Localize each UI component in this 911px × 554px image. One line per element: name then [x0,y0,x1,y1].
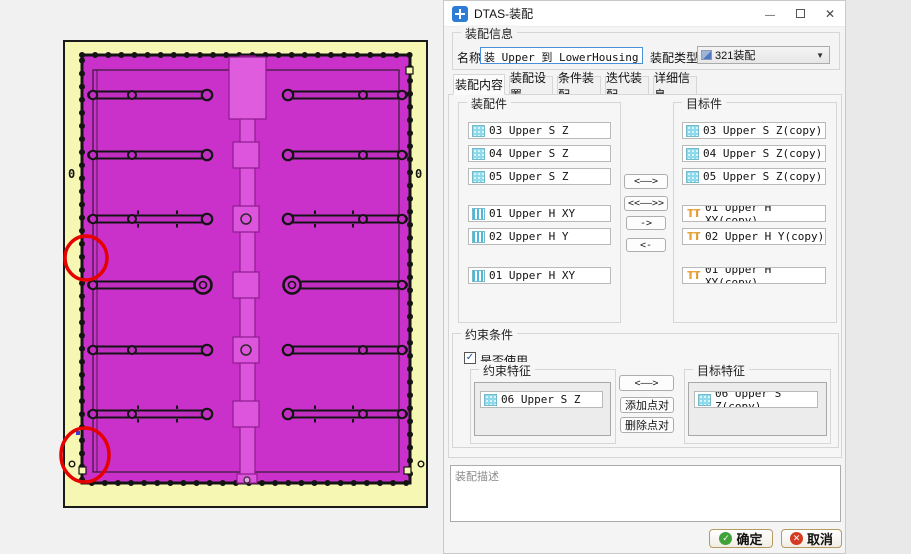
move-right-button[interactable]: -> [626,216,666,230]
tab-condition-assembly[interactable]: 条件装配 [557,71,601,102]
surface-icon [686,124,699,137]
assembly-type-combobox[interactable]: 321装配 ▼ [697,46,830,64]
assembly-type-icon [701,50,712,60]
hole-icon [472,207,485,220]
surface-icon [686,147,699,160]
surface-icon [698,393,711,406]
list-item[interactable]: 03 Upper S Z [468,122,611,139]
surface-icon [472,170,485,183]
window-title: DTAS-装配 [474,7,534,21]
list-item[interactable]: 04 Upper S Z(copy) [682,145,826,162]
cad-datum-square [403,466,412,475]
assembly-parts-group-label: 装配件 [467,95,512,112]
tab-assembly-content[interactable]: 装配内容 [453,74,505,95]
move-left-button[interactable]: <- [626,238,666,252]
cad-left-zero-label: 0 [68,167,75,181]
cancel-x-icon [789,532,803,545]
surface-icon [484,393,497,406]
delete-point-pair-button[interactable]: 删除点对 [620,417,674,433]
list-item[interactable]: 02 Upper H Y [468,228,611,245]
tab-assembly-settings[interactable]: 装配设置 [509,71,553,102]
minimize-icon [765,7,775,21]
list-item[interactable]: 01 Upper H XY [468,267,611,284]
target-feature-group-label: 目标特征 [693,362,750,379]
hole-icon [472,230,485,243]
assembly-type-value: 321装配 [715,50,756,62]
cad-viewport: 0 0 [0,0,443,554]
constraint-conditions-group-label: 约束条件 [461,326,518,343]
assembly-info-group-label: 装配信息 [461,25,518,42]
list-item[interactable]: 02 Upper H Y(copy) [682,228,826,245]
cancel-button[interactable]: 取消 [781,529,842,548]
surface-icon [472,124,485,137]
cad-datum-square [78,466,87,475]
list-item[interactable]: 05 Upper S Z(copy) [682,168,826,185]
cad-datum-square [405,66,414,75]
ok-check-icon [719,532,733,545]
tab-iterative-assembly[interactable]: 迭代装配 [605,71,649,102]
pin-icon [686,231,701,243]
list-item[interactable]: 01 Upper H XY [468,205,611,222]
surface-icon [686,170,699,183]
minimize-button[interactable] [755,1,785,26]
app-icon [452,5,468,22]
add-point-pair-button[interactable]: 添加点对 [620,397,674,413]
list-item[interactable]: 03 Upper S Z(copy) [682,122,826,139]
close-icon [825,7,835,21]
title-bar[interactable]: DTAS-装配 [444,1,845,27]
assembly-name-input[interactable]: 装 Upper 到 LowerHousing [480,47,643,64]
list-item[interactable]: 01 Upper H XY(copy) [682,205,826,222]
assembly-type-label: 装配类型: [650,51,702,65]
pin-icon [686,270,701,282]
surface-icon [472,147,485,160]
close-button[interactable] [815,1,845,26]
link-pair-button[interactable]: <——> [624,174,668,189]
list-item[interactable]: 06 Upper S Z [480,391,603,408]
target-parts-group-label: 目标件 [682,95,727,112]
hole-icon [472,269,485,282]
cad-drawing: 0 0 [59,40,428,508]
ok-button[interactable]: 确定 [709,529,773,548]
use-constraint-checkbox[interactable]: ✓ [464,352,476,364]
dtas-assembly-dialog: DTAS-装配 装配信息 名称: 装 Upper 到 LowerHousing … [443,0,846,554]
list-item[interactable]: 04 Upper S Z [468,145,611,162]
pin-icon [686,208,701,220]
assembly-description-textarea[interactable]: 装配描述 [450,465,841,522]
maximize-icon [795,9,805,18]
list-item[interactable]: 05 Upper S Z [468,168,611,185]
constraint-feature-group-label: 约束特征 [479,362,536,379]
cad-datum-dot [76,431,80,435]
maximize-button[interactable] [785,1,815,26]
cad-right-zero-label: 0 [415,167,422,181]
list-item[interactable]: 06 Upper S Z(copy) [694,391,818,408]
link-all-button[interactable]: <<——>> [624,196,668,211]
constraint-link-button[interactable]: <——> [619,375,674,391]
chevron-down-icon: ▼ [816,50,824,60]
list-item[interactable]: 01 Upper H XY(copy) [682,267,826,284]
tab-detail-info[interactable]: 详细信息 [653,71,697,102]
